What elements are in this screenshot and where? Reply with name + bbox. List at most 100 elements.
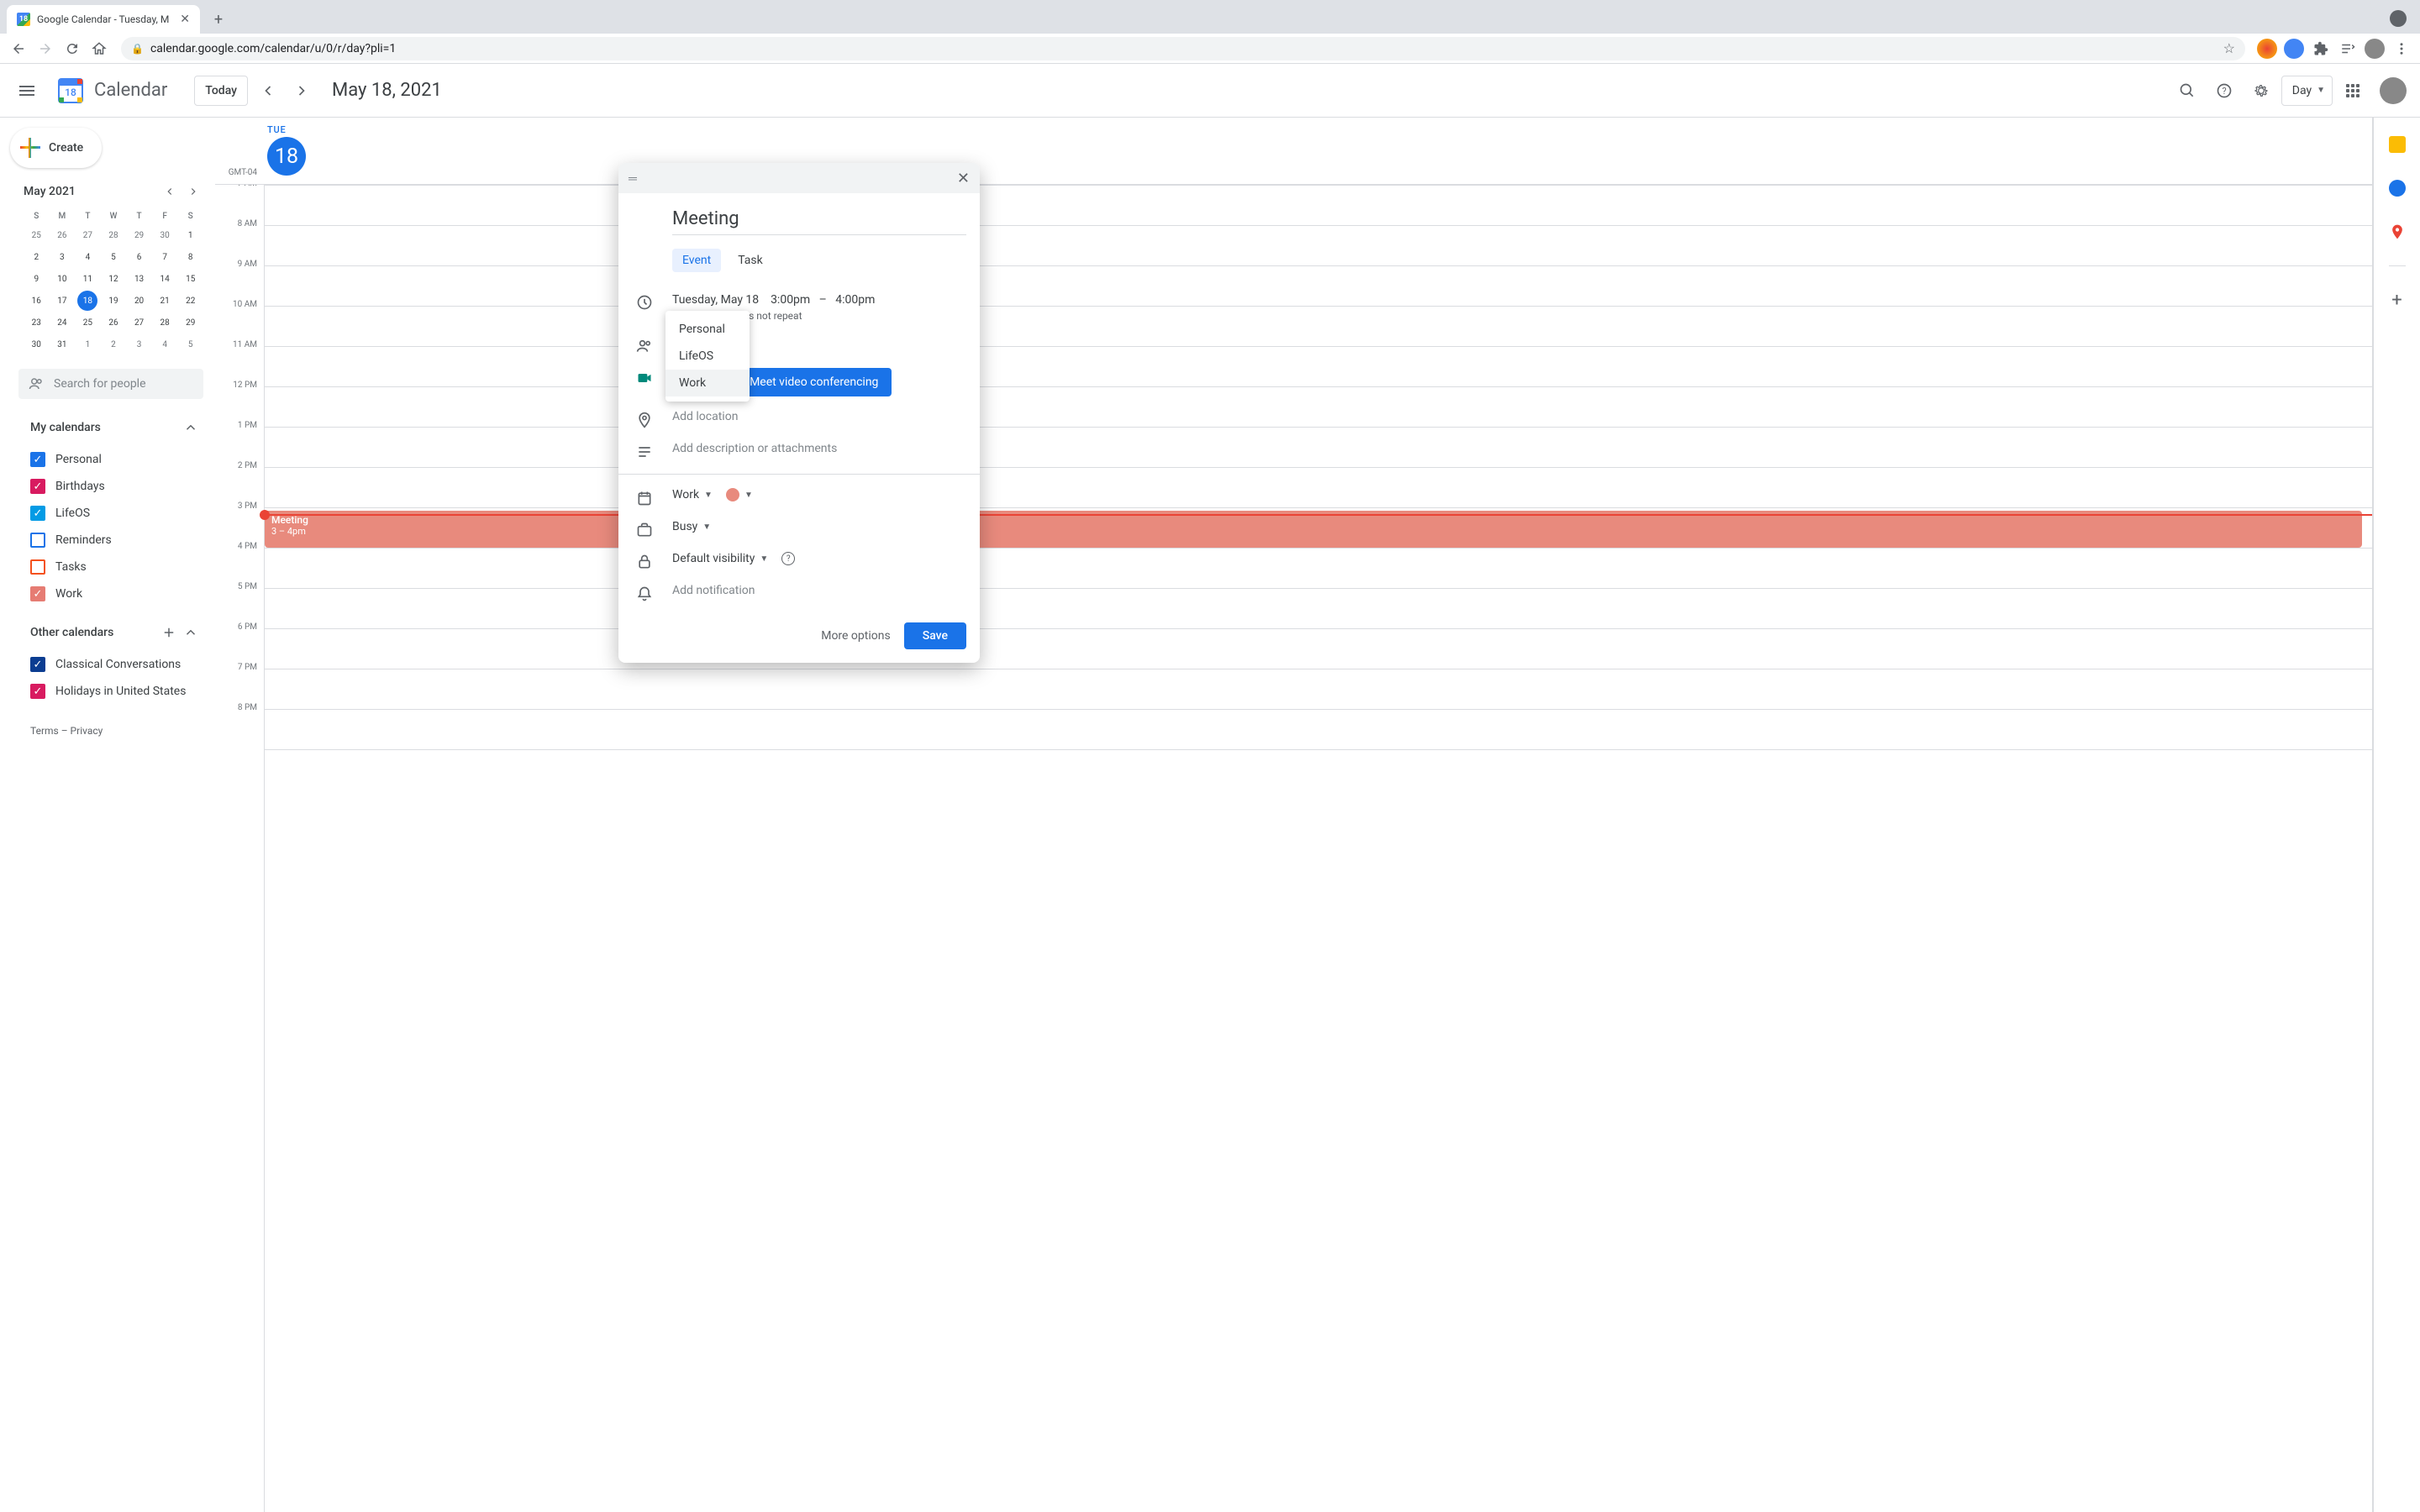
reload-button[interactable]: [60, 37, 84, 60]
mini-cal-day[interactable]: 18: [77, 291, 97, 311]
mini-cal-day[interactable]: 16: [26, 291, 46, 311]
bookmark-star-icon[interactable]: ☆: [2223, 40, 2235, 56]
save-button[interactable]: Save: [904, 622, 966, 649]
mini-cal-day[interactable]: 2: [103, 334, 124, 354]
tab-task[interactable]: Task: [728, 249, 773, 272]
settings-button[interactable]: [2244, 74, 2278, 108]
mini-cal-day[interactable]: 9: [26, 269, 46, 289]
chrome-profile-avatar[interactable]: [2365, 39, 2385, 59]
dropdown-option[interactable]: Work: [666, 370, 750, 396]
account-avatar[interactable]: [2380, 77, 2407, 104]
repeat-label[interactable]: Does not repeat: [731, 309, 966, 323]
mini-cal-day[interactable]: 8: [181, 247, 201, 267]
extension-icon[interactable]: [2284, 39, 2304, 59]
mini-cal-day[interactable]: 11: [77, 269, 97, 289]
busy-dropdown[interactable]: Busy ▼: [672, 520, 711, 533]
mini-cal-day[interactable]: 19: [103, 291, 124, 311]
description-row[interactable]: Add description or attachments: [632, 435, 966, 467]
drag-handle-icon[interactable]: ═: [629, 171, 637, 186]
mini-cal-day[interactable]: 27: [129, 312, 150, 333]
mini-cal-day[interactable]: 13: [129, 269, 150, 289]
mini-cal-day[interactable]: 24: [52, 312, 72, 333]
mini-cal-day[interactable]: 15: [181, 269, 201, 289]
forward-button[interactable]: [34, 37, 57, 60]
calendar-checkbox[interactable]: ✓: [30, 684, 45, 699]
chrome-menu-icon[interactable]: [2390, 37, 2413, 60]
search-people-input[interactable]: Search for people: [18, 369, 203, 399]
calendar-checkbox[interactable]: ✓: [30, 452, 45, 467]
mini-cal-day[interactable]: 20: [129, 291, 150, 311]
create-button[interactable]: Create: [10, 128, 102, 168]
address-bar[interactable]: 🔒 calendar.google.com/calendar/u/0/r/day…: [121, 37, 2245, 60]
location-row[interactable]: Add location: [632, 403, 966, 435]
calendar-item[interactable]: ✓LifeOS: [30, 500, 198, 527]
footer-links[interactable]: Terms – Privacy: [7, 715, 215, 747]
mini-cal-day[interactable]: 3: [129, 334, 150, 354]
calendar-item[interactable]: ✓Personal: [30, 446, 198, 473]
calendar-checkbox[interactable]: ✓: [30, 586, 45, 601]
mini-cal-day[interactable]: 21: [155, 291, 175, 311]
google-apps-button[interactable]: [2336, 74, 2370, 108]
visibility-dropdown[interactable]: Default visibility ▼: [672, 552, 768, 565]
mini-cal-day[interactable]: 31: [52, 334, 72, 354]
mini-cal-day[interactable]: 4: [77, 247, 97, 267]
extensions-puzzle-icon[interactable]: [2309, 37, 2333, 60]
tasks-button[interactable]: [2381, 171, 2414, 205]
close-tab-icon[interactable]: ✕: [180, 13, 190, 26]
dropdown-option[interactable]: Personal: [666, 316, 750, 343]
mini-cal-day[interactable]: 28: [155, 312, 175, 333]
search-button[interactable]: [2170, 74, 2204, 108]
support-button[interactable]: ?: [2207, 74, 2241, 108]
event-block[interactable]: Meeting 3 – 4pm: [265, 511, 2362, 548]
extension-icon[interactable]: [2257, 39, 2277, 59]
mini-cal-day[interactable]: 30: [155, 225, 175, 245]
mini-cal-day[interactable]: 30: [26, 334, 46, 354]
calendar-checkbox[interactable]: ✓: [30, 506, 45, 521]
home-button[interactable]: [87, 37, 111, 60]
main-menu-button[interactable]: [7, 71, 47, 111]
mini-cal-day[interactable]: 12: [103, 269, 124, 289]
calendar-dropdown[interactable]: Work ▼: [672, 488, 713, 501]
mini-cal-day[interactable]: 5: [103, 247, 124, 267]
maps-button[interactable]: [2381, 215, 2414, 249]
mini-cal-day[interactable]: 7: [155, 247, 175, 267]
mini-cal-day[interactable]: 22: [181, 291, 201, 311]
calendar-checkbox[interactable]: [30, 533, 45, 548]
next-period-button[interactable]: [288, 77, 315, 104]
mini-cal-day[interactable]: 6: [129, 247, 150, 267]
mini-cal-day[interactable]: 26: [103, 312, 124, 333]
keep-button[interactable]: [2381, 128, 2414, 161]
end-time[interactable]: 4:00pm: [835, 293, 875, 307]
add-addon-button[interactable]: +: [2381, 283, 2414, 317]
mini-cal-day[interactable]: 28: [103, 225, 124, 245]
calendar-item[interactable]: Tasks: [30, 554, 198, 580]
notification-row[interactable]: Add notification: [632, 577, 966, 609]
mini-cal-day[interactable]: 29: [181, 312, 201, 333]
mini-cal-day[interactable]: 25: [26, 225, 46, 245]
view-switcher[interactable]: Day ▼: [2281, 76, 2333, 106]
day-number-badge[interactable]: 18: [267, 137, 306, 176]
mini-cal-prev[interactable]: [160, 181, 180, 202]
calendar-checkbox[interactable]: ✓: [30, 657, 45, 672]
add-calendar-icon[interactable]: [161, 625, 176, 640]
mini-cal-day[interactable]: 25: [77, 312, 97, 333]
more-options-button[interactable]: More options: [821, 629, 891, 643]
profile-icon[interactable]: [2390, 10, 2407, 27]
calendar-checkbox[interactable]: [30, 559, 45, 575]
calendar-item[interactable]: ✓Holidays in United States: [30, 678, 198, 705]
prev-period-button[interactable]: [255, 77, 281, 104]
mini-cal-day[interactable]: 4: [155, 334, 175, 354]
new-tab-button[interactable]: +: [207, 8, 230, 31]
calendar-checkbox[interactable]: ✓: [30, 479, 45, 494]
mini-cal-next[interactable]: [183, 181, 203, 202]
mini-cal-day[interactable]: 1: [181, 225, 201, 245]
mini-cal-day[interactable]: 27: [77, 225, 97, 245]
mini-cal-day[interactable]: 26: [52, 225, 72, 245]
calendar-item[interactable]: ✓Work: [30, 580, 198, 607]
event-date[interactable]: Tuesday, May 18: [672, 293, 759, 307]
mini-cal-day[interactable]: 2: [26, 247, 46, 267]
mini-cal-day[interactable]: 10: [52, 269, 72, 289]
modal-close-button[interactable]: ✕: [957, 170, 970, 187]
mini-cal-day[interactable]: 3: [52, 247, 72, 267]
event-title-input[interactable]: [672, 203, 966, 235]
